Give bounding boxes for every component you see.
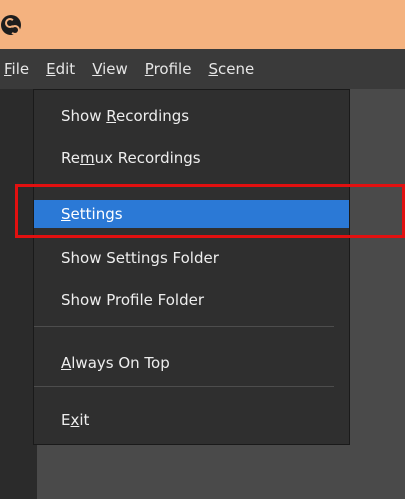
menu-item-show-settings-folder[interactable]: Show Settings Folder — [34, 244, 349, 272]
title-bar — [0, 0, 405, 49]
file-menu-dropdown: Show Recordings Remux Recordings Setting… — [33, 89, 350, 445]
menu-bar: File Edit View Profile Scene — [0, 49, 405, 89]
obs-logo-icon — [1, 15, 21, 35]
menu-scene[interactable]: Scene — [202, 60, 265, 78]
menu-view[interactable]: View — [86, 60, 139, 78]
menu-item-remux-recordings[interactable]: Remux Recordings — [34, 144, 349, 172]
menu-separator — [34, 386, 334, 387]
menu-separator — [34, 184, 334, 185]
dock-panel — [37, 445, 405, 499]
menu-edit[interactable]: Edit — [40, 60, 86, 78]
preview-panel — [350, 89, 405, 499]
menu-item-exit[interactable]: Exit — [34, 406, 349, 434]
menu-item-always-on-top[interactable]: Always On Top — [34, 349, 349, 377]
menu-item-show-profile-folder[interactable]: Show Profile Folder — [34, 286, 349, 314]
menu-separator — [34, 326, 334, 327]
menu-file[interactable]: File — [0, 60, 40, 78]
menu-item-settings[interactable]: Settings — [34, 200, 349, 228]
menu-item-show-recordings[interactable]: Show Recordings — [34, 102, 349, 130]
menu-profile[interactable]: Profile — [139, 60, 203, 78]
